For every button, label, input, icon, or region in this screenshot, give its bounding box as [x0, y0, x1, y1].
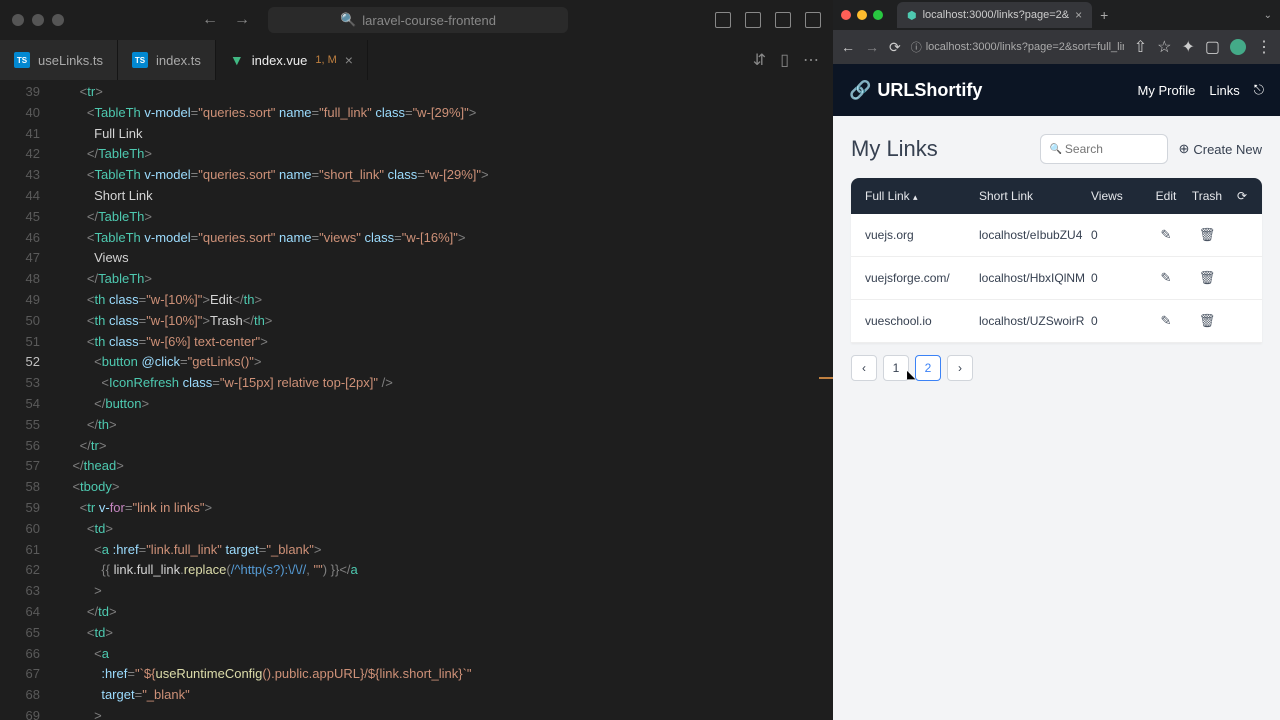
browser-panel: ⬢ localhost:3000/links?page=2& × + ⌄ ← →… [833, 0, 1280, 720]
table-header: Full Link ▴ Short Link Views Edit Trash … [851, 178, 1262, 214]
share-icon[interactable]: ⇧ [1134, 37, 1147, 57]
page-prev[interactable]: ‹ [851, 355, 877, 381]
cell-views: 0 [1091, 314, 1145, 328]
col-trash: Trash [1187, 189, 1227, 203]
col-full-link[interactable]: Full Link ▴ [865, 189, 979, 203]
table-row: vuejs.orglocalhost/eIbubZU40 ✎ 🗑 [851, 214, 1262, 257]
code-editor[interactable]: 3940414243444546474849505152535455565758… [0, 80, 833, 720]
nav-back-icon[interactable]: ← [202, 11, 218, 29]
panel-icon[interactable] [745, 12, 761, 28]
sidepanel-icon[interactable]: ▢ [1205, 37, 1220, 57]
cell-short-link[interactable]: localhost/HbxIQlNM [979, 271, 1091, 285]
nav-forward-icon[interactable]: → [234, 11, 250, 29]
browser-tabstrip: ⬢ localhost:3000/links?page=2& × + ⌄ [833, 0, 1280, 30]
links-table: Full Link ▴ Short Link Views Edit Trash … [851, 178, 1262, 343]
link-icon: 🔗 [849, 80, 871, 101]
col-views[interactable]: Views [1091, 189, 1145, 203]
forward-icon[interactable]: → [865, 39, 879, 55]
cell-short-link[interactable]: localhost/UZSwoirR [979, 314, 1091, 328]
site-info-icon[interactable]: ⓘ [911, 39, 922, 55]
new-tab-icon[interactable]: + [1100, 7, 1108, 23]
browser-tab[interactable]: ⬢ localhost:3000/links?page=2& × [897, 2, 1092, 28]
refresh-button[interactable]: ⟳ [1227, 189, 1247, 203]
command-center[interactable]: 🔍laravel-course-frontend [268, 7, 568, 33]
vue-icon: ▼ [230, 52, 244, 68]
trash-icon[interactable]: 🗑 [1199, 313, 1216, 328]
window-controls [12, 14, 64, 26]
close-window-icon[interactable] [841, 10, 851, 20]
minimize-dot[interactable] [32, 14, 44, 26]
edit-icon[interactable]: ✎ [1161, 270, 1172, 285]
cell-views: 0 [1091, 271, 1145, 285]
cell-full-link[interactable]: vuejsforge.com/ [865, 271, 979, 285]
editor-titlebar: ← → 🔍laravel-course-frontend [0, 0, 833, 40]
create-new-button[interactable]: ⊕ Create New [1178, 141, 1262, 157]
table-row: vueschool.iolocalhost/UZSwoirR0 ✎ 🗑 [851, 300, 1262, 343]
sort-asc-icon: ▴ [913, 192, 918, 202]
editor-panel: ← → 🔍laravel-course-frontend TS useLinks… [0, 0, 833, 720]
col-edit: Edit [1145, 189, 1187, 203]
tab-index-vue[interactable]: ▼ index.vue 1, M × [216, 40, 368, 80]
search-input[interactable]: 🔍 [1040, 134, 1168, 164]
cell-views: 0 [1091, 228, 1145, 242]
page-next[interactable]: › [947, 355, 973, 381]
chrome-menu-icon[interactable]: ⋮ [1256, 37, 1272, 57]
split-icon[interactable]: ▯ [780, 50, 789, 70]
logout-icon[interactable]: ⎋ [1254, 82, 1264, 98]
cell-full-link[interactable]: vueschool.io [865, 314, 979, 328]
fullscreen-dot[interactable] [52, 14, 64, 26]
table-row: vuejsforge.com/localhost/HbxIQlNM0 ✎ 🗑 [851, 257, 1262, 300]
page-title: My Links [851, 136, 938, 162]
more-icon[interactable]: ⋯ [803, 50, 819, 70]
close-dot[interactable] [12, 14, 24, 26]
minimap-marker [819, 377, 833, 379]
trash-icon[interactable]: 🗑 [1199, 227, 1216, 242]
tab-index-ts[interactable]: TS index.ts [118, 40, 216, 80]
close-icon[interactable]: × [345, 52, 353, 68]
trash-icon[interactable]: 🗑 [1199, 270, 1216, 285]
search-field[interactable] [1065, 142, 1160, 156]
layout-icon[interactable] [715, 12, 731, 28]
favicon-icon: ⬢ [907, 9, 917, 22]
mouse-cursor-icon: ◣ [907, 368, 915, 381]
refresh-icon: ⟳ [1237, 189, 1247, 203]
app-logo[interactable]: 🔗 URLShortify [849, 80, 982, 101]
sidebar-icon[interactable] [775, 12, 791, 28]
cell-full-link[interactable]: vuejs.org [865, 228, 979, 242]
tabs-menu-icon[interactable]: ⌄ [1264, 10, 1272, 21]
minimize-window-icon[interactable] [857, 10, 867, 20]
tab-uselinks[interactable]: TS useLinks.ts [0, 40, 118, 80]
close-tab-icon[interactable]: × [1075, 8, 1082, 22]
bookmark-icon[interactable]: ☆ [1157, 37, 1171, 57]
code-content[interactable]: <tr> <TableTh v-model="queries.sort" nam… [58, 80, 833, 720]
fullscreen-window-icon[interactable] [873, 10, 883, 20]
typescript-icon: TS [132, 52, 148, 68]
back-icon[interactable]: ← [841, 39, 855, 55]
typescript-icon: TS [14, 52, 30, 68]
nav-profile[interactable]: My Profile [1138, 83, 1196, 98]
reload-icon[interactable]: ⟳ [889, 39, 901, 56]
compare-icon[interactable]: ⇵ [753, 50, 766, 70]
line-gutter: 3940414243444546474849505152535455565758… [0, 80, 58, 720]
edit-icon[interactable]: ✎ [1161, 313, 1172, 328]
edit-icon[interactable]: ✎ [1161, 227, 1172, 242]
editor-tabs: TS useLinks.ts TS index.ts ▼ index.vue 1… [0, 40, 833, 80]
profile-avatar[interactable] [1230, 39, 1246, 55]
cell-short-link[interactable]: localhost/eIbubZU4 [979, 228, 1091, 242]
page-2[interactable]: 2 [915, 355, 941, 381]
col-short-link[interactable]: Short Link [979, 189, 1091, 203]
search-icon: 🔍 [1049, 144, 1061, 155]
nav-links[interactable]: Links [1209, 83, 1239, 98]
address-bar[interactable]: ⓘ localhost:3000/links?page=2&sort=full_… [911, 39, 1124, 55]
extensions-icon[interactable]: ✦ [1181, 37, 1194, 57]
browser-toolbar: ← → ⟳ ⓘ localhost:3000/links?page=2&sort… [833, 30, 1280, 64]
app-body: My Links 🔍 ⊕ Create New Full Link ▴ Shor… [833, 116, 1280, 720]
plus-circle-icon: ⊕ [1178, 141, 1189, 157]
app-header: 🔗 URLShortify My Profile Links ⎋ [833, 64, 1280, 116]
page-1[interactable]: 1 [883, 355, 909, 381]
layout-grid-icon[interactable] [805, 12, 821, 28]
